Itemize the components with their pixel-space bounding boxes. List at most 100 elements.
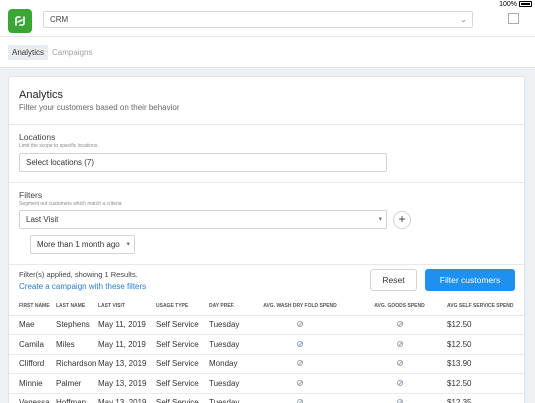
locations-section: Locations Limit the scope to specific lo… bbox=[9, 125, 524, 183]
cell-last-name: Stephens bbox=[56, 315, 98, 335]
filter-type-value: Last Visit bbox=[26, 215, 59, 224]
cell-first-name: Mae bbox=[9, 315, 56, 335]
cell-last-name: Hoffman bbox=[56, 393, 98, 403]
table-row[interactable]: Minnie Palmer May 13, 2019 Self Service … bbox=[9, 373, 524, 394]
cell-day-pref: Tuesday bbox=[209, 334, 248, 355]
table-row[interactable]: Vanessa Hoffman May 13, 2019 Self Servic… bbox=[9, 393, 524, 403]
cell-avg-goods-spend bbox=[352, 373, 447, 394]
cell-avg-goods-spend bbox=[352, 334, 447, 355]
not-available-icon bbox=[396, 379, 403, 386]
cell-day-pref: Tuesday bbox=[209, 315, 248, 335]
column-header-avg-wdf-spend[interactable]: AVG. WASH DRY FOLD SPEND bbox=[248, 298, 352, 316]
card-header: Analytics Filter your customers based on… bbox=[9, 77, 524, 125]
table-row[interactable]: Camila Miles May 11, 2019 Self Service T… bbox=[9, 334, 524, 355]
cell-avg-self-service-spend: $12.50 bbox=[447, 315, 524, 335]
results-summary: Filter(s) applied, showing 1 Results. bbox=[19, 270, 138, 279]
not-available-icon bbox=[297, 321, 303, 328]
cell-usage-type: Self Service bbox=[156, 354, 209, 374]
cell-avg-wdf-spend bbox=[248, 315, 352, 335]
table-header-row: FIRST NAME LAST NAME LAST VISIT USAGE TY… bbox=[9, 298, 524, 316]
cell-avg-goods-spend bbox=[352, 393, 447, 403]
status-bar: 100% bbox=[0, 0, 535, 9]
filter-customers-button[interactable]: Filter customers bbox=[425, 269, 515, 291]
cell-day-pref: Monday bbox=[209, 354, 248, 374]
filter-type-select[interactable]: Last Visit ▾ bbox=[19, 210, 387, 229]
not-available-icon bbox=[297, 399, 303, 403]
cell-last-name: Miles bbox=[56, 334, 98, 355]
plus-icon: + bbox=[398, 212, 406, 226]
column-header-first-name[interactable]: FIRST NAME bbox=[9, 298, 56, 316]
app-switcher-value: CRM bbox=[50, 15, 69, 24]
locations-hint: Limit the scope to specific locations bbox=[19, 143, 98, 149]
not-available-icon bbox=[297, 360, 303, 367]
column-header-usage-type[interactable]: USAGE TYPE bbox=[156, 298, 209, 316]
cell-last-name: Richardson bbox=[56, 354, 98, 374]
reset-button[interactable]: Reset bbox=[370, 269, 417, 291]
tab-bar: Analytics Campaigns bbox=[0, 37, 535, 68]
cell-last-visit: May 11, 2019 bbox=[98, 315, 156, 335]
cell-first-name: Vanessa bbox=[9, 393, 56, 403]
not-available-icon bbox=[396, 360, 403, 367]
not-available-icon bbox=[396, 340, 403, 347]
filters-section: Filters Segment out customers which matc… bbox=[9, 183, 524, 265]
cell-avg-self-service-spend: $12.50 bbox=[447, 334, 524, 355]
table-row[interactable]: Clifford Richardson May 13, 2019 Self Se… bbox=[9, 354, 524, 374]
column-header-last-name[interactable]: LAST NAME bbox=[56, 298, 98, 316]
table-row[interactable]: Mae Stephens May 11, 2019 Self Service T… bbox=[9, 315, 524, 335]
cell-last-visit: May 13, 2019 bbox=[98, 393, 156, 403]
cell-last-visit: May 11, 2019 bbox=[98, 334, 156, 355]
column-header-day-pref[interactable]: DAY PREF. bbox=[209, 298, 248, 316]
locations-label: Locations bbox=[19, 132, 56, 142]
cell-last-visit: May 13, 2019 bbox=[98, 373, 156, 394]
add-filter-button[interactable]: + bbox=[393, 211, 411, 229]
filters-hint: Segment out customers which match a crit… bbox=[19, 201, 122, 207]
cell-avg-wdf-spend bbox=[248, 354, 352, 374]
not-available-icon bbox=[297, 379, 303, 386]
cell-avg-goods-spend bbox=[352, 354, 447, 374]
cell-first-name: Clifford bbox=[9, 354, 56, 374]
filter-condition-select[interactable]: More than 1 month ago ▾ bbox=[30, 235, 135, 254]
cell-usage-type: Self Service bbox=[156, 373, 209, 394]
not-available-icon bbox=[297, 340, 303, 347]
cell-usage-type: Self Service bbox=[156, 393, 209, 403]
column-header-avg-self-service-spend[interactable]: AVG SELF SERVICE SPEND bbox=[447, 298, 524, 316]
cell-day-pref: Tuesday bbox=[209, 393, 248, 403]
tab-analytics[interactable]: Analytics bbox=[8, 45, 49, 60]
expand-icon[interactable] bbox=[508, 13, 519, 24]
tab-campaigns[interactable]: Campaigns bbox=[48, 45, 96, 60]
app-switcher-select[interactable]: CRM ⌄ bbox=[43, 11, 473, 28]
cell-day-pref: Tuesday bbox=[209, 373, 248, 394]
cell-avg-self-service-spend: $12.50 bbox=[447, 373, 524, 394]
column-header-avg-goods-spend[interactable]: AVG. GOODS SPEND bbox=[352, 298, 447, 316]
customers-table: FIRST NAME LAST NAME LAST VISIT USAGE TY… bbox=[9, 298, 524, 403]
not-available-icon bbox=[396, 399, 403, 403]
cell-first-name: Minnie bbox=[9, 373, 56, 394]
chevron-down-icon: ⌄ bbox=[460, 15, 467, 24]
cell-avg-wdf-spend bbox=[248, 393, 352, 403]
filters-label: Filters bbox=[19, 190, 43, 200]
create-campaign-link[interactable]: Create a campaign with these filters bbox=[19, 282, 146, 291]
battery-percent: 100% bbox=[499, 1, 517, 8]
locations-select[interactable]: Select locations (7) bbox=[19, 153, 387, 172]
app-logo-icon[interactable] bbox=[8, 9, 32, 33]
battery-icon bbox=[519, 1, 532, 7]
cell-usage-type: Self Service bbox=[156, 334, 209, 355]
cell-first-name: Camila bbox=[9, 334, 56, 355]
chevron-down-icon: ▾ bbox=[378, 216, 382, 223]
cell-avg-wdf-spend bbox=[248, 373, 352, 394]
page-title: Analytics bbox=[19, 89, 64, 101]
cell-last-name: Palmer bbox=[56, 373, 98, 394]
top-bar: CRM ⌄ bbox=[0, 9, 535, 37]
page-subtitle: Filter your customers based on their beh… bbox=[19, 103, 180, 112]
filter-condition-value: More than 1 month ago bbox=[37, 240, 120, 249]
cell-avg-self-service-spend: $12.35 bbox=[447, 393, 524, 403]
column-header-last-visit[interactable]: LAST VISIT bbox=[98, 298, 156, 316]
cell-usage-type: Self Service bbox=[156, 315, 209, 335]
cell-avg-wdf-spend bbox=[248, 334, 352, 355]
analytics-card: Analytics Filter your customers based on… bbox=[8, 76, 525, 403]
cell-avg-goods-spend bbox=[352, 315, 447, 335]
cell-avg-self-service-spend: $13.90 bbox=[447, 354, 524, 374]
chevron-down-icon: ▾ bbox=[126, 241, 130, 248]
cell-last-visit: May 13, 2019 bbox=[98, 354, 156, 374]
not-available-icon bbox=[396, 321, 403, 328]
